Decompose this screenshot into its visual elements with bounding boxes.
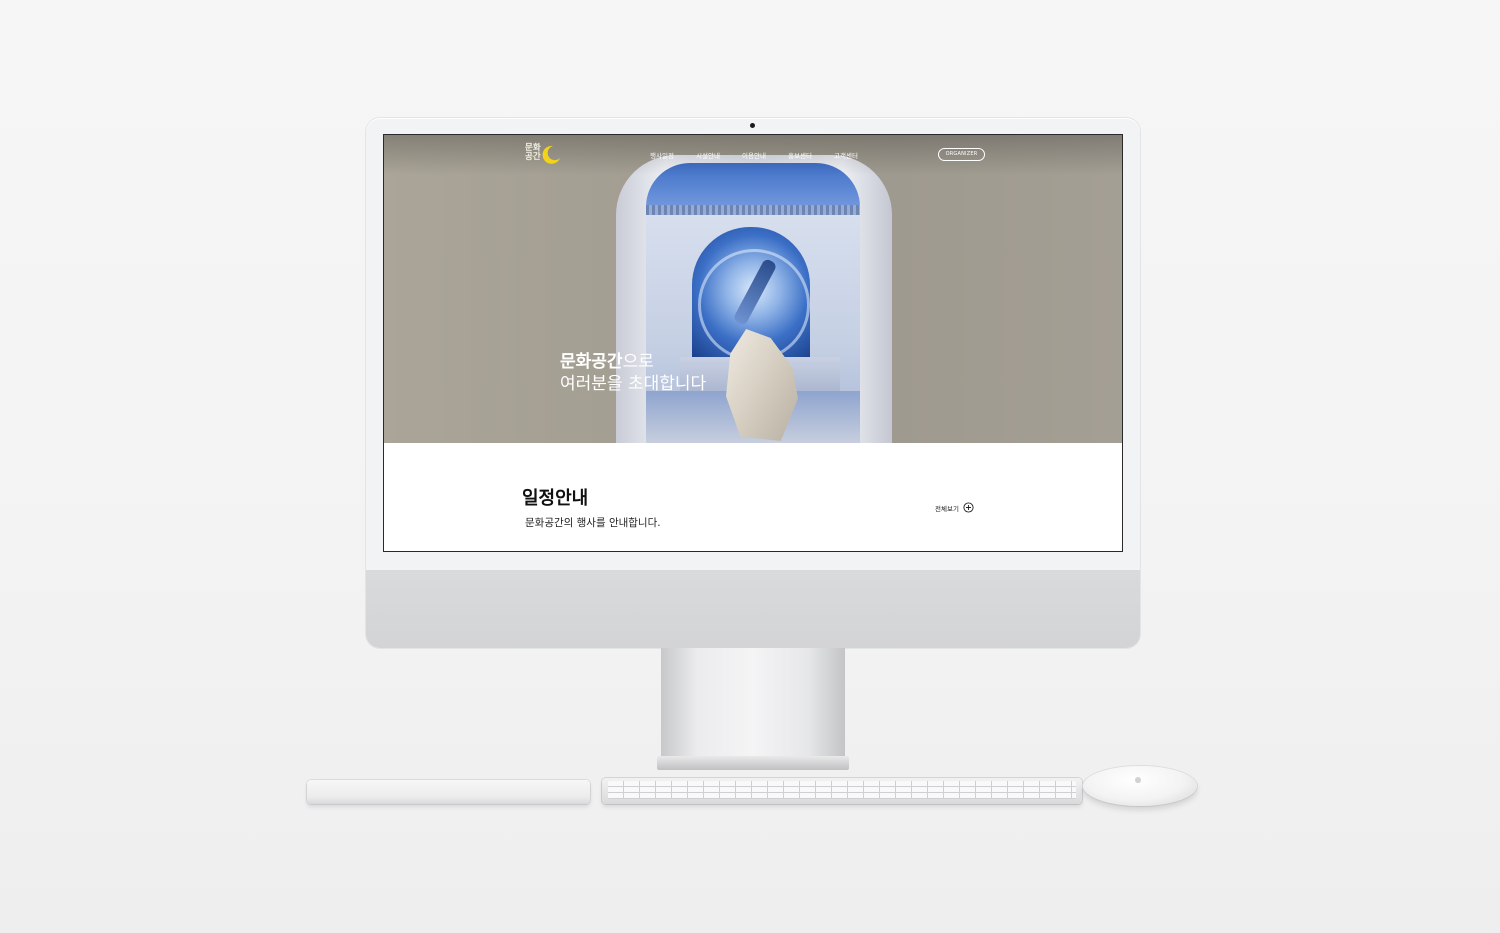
hero-title-line1-rest: 으로 — [622, 352, 654, 372]
imac-stand-foot — [657, 756, 849, 770]
hero-title-emphasis: 문화공간 — [560, 352, 623, 372]
hero-title: 문화공간으로 여러분을 초대합니다 — [560, 351, 706, 395]
keyboard-keys — [608, 781, 1076, 799]
hero-title-line2: 여러분을 초대합니다 — [560, 374, 707, 394]
nav-item-customer-center[interactable]: 고객센터 — [834, 150, 880, 160]
nav-item-pr-center[interactable]: 홍보센터 — [788, 150, 834, 160]
screen: 문화 공간 행사일정 시설안내 이용안내 홍보센터 고객센터 ORGANIZER… — [384, 135, 1122, 551]
nav-item-usage[interactable]: 이용안내 — [742, 150, 788, 160]
section-title: 일정안내 — [522, 488, 589, 509]
organizer-button[interactable]: ORGANIZER — [938, 148, 985, 161]
crescent-moon-icon — [542, 145, 560, 164]
nav-item-facilities[interactable]: 시설안내 — [696, 150, 742, 160]
magic-mouse — [1083, 766, 1197, 806]
main-nav: 행사일정 시설안내 이용안내 홍보센터 고객센터 — [650, 150, 880, 160]
site-logo[interactable]: 문화 공간 — [525, 142, 565, 168]
imac-chin — [366, 570, 1140, 648]
view-all-link[interactable]: 전체보기 — [935, 502, 974, 513]
magic-keyboard — [602, 778, 1082, 804]
view-all-label: 전체보기 — [935, 504, 959, 513]
imac-stand — [661, 648, 845, 760]
hero-banner: 문화 공간 행사일정 시설안내 이용안내 홍보센터 고객센터 ORGANIZER… — [384, 135, 1122, 443]
plus-circle-icon — [963, 502, 974, 513]
camera-dot — [750, 123, 755, 128]
gallery-ceiling-light — [646, 205, 860, 215]
magic-trackpad — [307, 780, 590, 804]
nav-item-events[interactable]: 행사일정 — [650, 150, 696, 160]
section-description: 문화공간의 행사를 안내합니다. — [525, 517, 661, 529]
apple-logo-icon — [1135, 777, 1141, 783]
